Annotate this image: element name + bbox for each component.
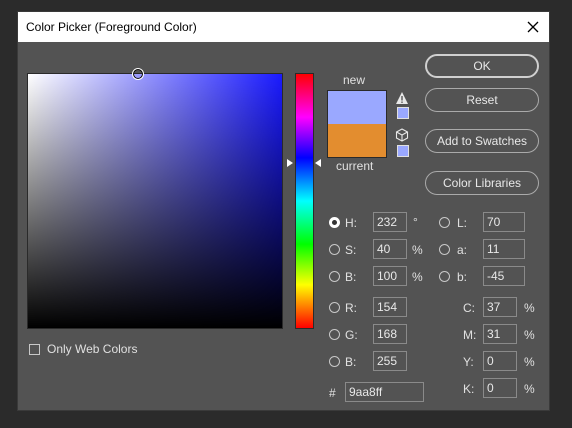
color-picker-dialog: Color Picker (Foreground Color) new curr… (17, 11, 550, 411)
hex-input[interactable]: 9aa8ff (345, 382, 424, 402)
l-radio[interactable] (439, 217, 450, 228)
current-color-label: current (336, 159, 374, 173)
k-label: K: (463, 382, 475, 396)
h-unit: ° (413, 215, 418, 229)
r-radio[interactable] (329, 302, 340, 313)
current-color-swatch[interactable] (328, 124, 386, 157)
m-unit: % (524, 328, 535, 342)
c-label: C: (463, 301, 475, 315)
gamut-warning-swatch[interactable] (397, 107, 409, 119)
g-label: G: (345, 328, 358, 342)
hue-slider-right-arrow[interactable] (315, 159, 321, 167)
b-rgb-input[interactable]: 255 (373, 351, 407, 371)
a-radio[interactable] (439, 244, 450, 255)
hex-label: # (329, 386, 336, 400)
close-icon[interactable] (521, 15, 545, 39)
c-unit: % (524, 301, 535, 315)
color-libraries-button[interactable]: Color Libraries (425, 171, 539, 195)
r-label: R: (345, 301, 357, 315)
warning-icon[interactable] (395, 91, 409, 105)
b-hsb-radio[interactable] (329, 271, 340, 282)
web-safe-swatch[interactable] (397, 145, 409, 157)
only-web-colors-label: Only Web Colors (47, 342, 138, 356)
b-hsb-input[interactable]: 100 (373, 266, 407, 286)
ok-button[interactable]: OK (425, 54, 539, 78)
a-label: a: (457, 243, 468, 257)
g-input[interactable]: 168 (373, 324, 407, 344)
h-radio[interactable] (329, 217, 340, 228)
y-unit: % (524, 355, 535, 369)
r-input[interactable]: 154 (373, 297, 407, 317)
b-rgb-radio[interactable] (329, 356, 340, 367)
b-lab-input[interactable]: -45 (483, 266, 525, 286)
s-unit: % (412, 243, 423, 257)
new-color-swatch (328, 91, 386, 124)
m-label: M: (463, 328, 477, 342)
b-rgb-label: B: (345, 355, 357, 369)
s-input[interactable]: 40 (373, 239, 407, 259)
add-to-swatches-button[interactable]: Add to Swatches (425, 129, 539, 153)
window-title: Color Picker (Foreground Color) (26, 20, 197, 34)
k-input[interactable]: 0 (483, 378, 517, 398)
color-preview (327, 90, 387, 158)
b-lab-label: b: (457, 270, 468, 284)
g-radio[interactable] (329, 329, 340, 340)
h-input[interactable]: 232 (373, 212, 407, 232)
l-input[interactable]: 70 (483, 212, 525, 232)
b-hsb-label: B: (345, 270, 357, 284)
title-bar: Color Picker (Foreground Color) (18, 12, 549, 42)
l-label: L: (457, 216, 468, 230)
k-unit: % (524, 382, 535, 396)
s-radio[interactable] (329, 244, 340, 255)
b-hsb-unit: % (412, 270, 423, 284)
a-input[interactable]: 11 (483, 239, 525, 259)
cube-icon[interactable] (395, 128, 409, 142)
y-label: Y: (463, 355, 474, 369)
hue-slider[interactable] (295, 73, 314, 329)
saturation-brightness-field[interactable] (27, 68, 283, 329)
s-label: S: (345, 243, 357, 257)
new-color-label: new (343, 73, 366, 87)
hue-slider-left-arrow[interactable] (287, 159, 293, 167)
only-web-colors-checkbox[interactable] (29, 344, 40, 355)
c-input[interactable]: 37 (483, 297, 517, 317)
reset-button[interactable]: Reset (425, 88, 539, 112)
b-lab-radio[interactable] (439, 271, 450, 282)
color-field-marker[interactable] (132, 68, 144, 80)
h-label: H: (345, 216, 357, 230)
m-input[interactable]: 31 (483, 324, 517, 344)
y-input[interactable]: 0 (483, 351, 517, 371)
